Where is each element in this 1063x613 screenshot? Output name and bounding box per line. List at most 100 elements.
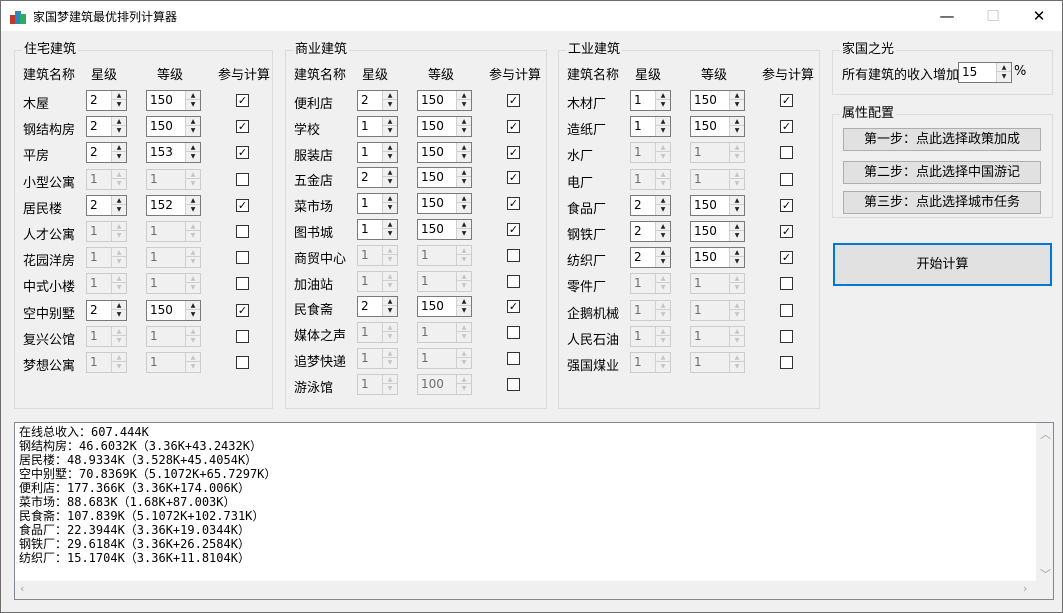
horizontal-scrollbar[interactable]: ‹ › [15,581,1036,599]
spin-down-icon[interactable]: ▼ [383,126,397,135]
include-checkbox[interactable] [507,275,520,288]
spin-down-icon[interactable]: ▼ [457,229,471,238]
level-spinner[interactable]: 150 ▲ ▼ [417,296,472,317]
spin-up-icon[interactable]: ▲ [656,117,670,126]
spin-up-icon[interactable]: ▲ [730,196,744,205]
spin-down-icon[interactable]: ▼ [656,205,670,214]
spin-up-icon[interactable]: ▲ [457,220,471,229]
include-checkbox[interactable] [236,251,249,264]
include-checkbox[interactable]: ✓ [780,251,793,264]
spin-down-icon[interactable]: ▼ [656,257,670,266]
spin-up-icon[interactable]: ▲ [186,196,200,205]
spin-up-icon[interactable]: ▲ [997,63,1011,72]
include-checkbox[interactable] [780,173,793,186]
spin-down-icon[interactable]: ▼ [383,203,397,212]
level-spinner[interactable]: 150 ▲ ▼ [417,193,472,214]
include-checkbox[interactable]: ✓ [507,171,520,184]
include-checkbox[interactable] [507,249,520,262]
spin-down-icon[interactable]: ▼ [997,72,1011,81]
spin-down-icon[interactable]: ▼ [186,100,200,109]
spin-up-icon[interactable]: ▲ [112,301,126,310]
include-checkbox[interactable]: ✓ [507,300,520,313]
include-checkbox[interactable] [236,356,249,369]
spin-down-icon[interactable]: ▼ [112,310,126,319]
level-spinner[interactable]: 150 ▲ ▼ [146,116,201,137]
scroll-down-icon[interactable]: ﹀ [1040,566,1051,582]
level-spinner[interactable]: 150 ▲ ▼ [690,221,745,242]
policy-bonus-button[interactable]: 第一步：点此选择政策加成 [843,128,1041,151]
include-checkbox[interactable] [780,304,793,317]
level-spinner[interactable]: 150 ▲ ▼ [690,247,745,268]
minimize-button[interactable]: — [924,1,970,31]
level-spinner[interactable]: 150 ▲ ▼ [690,116,745,137]
level-spinner[interactable]: 150 ▲ ▼ [690,90,745,111]
include-checkbox[interactable]: ✓ [236,304,249,317]
spin-down-icon[interactable]: ▼ [730,205,744,214]
star-spinner[interactable]: 2 ▲ ▼ [630,221,671,242]
city-task-button[interactable]: 第三步：点此选择城市任务 [843,191,1041,214]
spin-down-icon[interactable]: ▼ [730,257,744,266]
start-calc-button[interactable]: 开始计算 [833,243,1052,286]
include-checkbox[interactable]: ✓ [236,94,249,107]
include-checkbox[interactable] [780,356,793,369]
spin-down-icon[interactable]: ▼ [656,100,670,109]
level-spinner[interactable]: 150 ▲ ▼ [417,90,472,111]
star-spinner[interactable]: 2 ▲ ▼ [86,116,127,137]
star-spinner[interactable]: 2 ▲ ▼ [630,247,671,268]
include-checkbox[interactable]: ✓ [780,120,793,133]
spin-down-icon[interactable]: ▼ [457,177,471,186]
include-checkbox[interactable]: ✓ [507,223,520,236]
result-output[interactable]: 在线总收入：607.444K 钢结构房：46.6032K（3.36K+43.243… [14,422,1054,600]
include-checkbox[interactable] [236,173,249,186]
spin-up-icon[interactable]: ▲ [730,222,744,231]
star-spinner[interactable]: 1 ▲ ▼ [357,219,398,240]
spin-up-icon[interactable]: ▲ [383,143,397,152]
level-spinner[interactable]: 150 ▲ ▼ [417,219,472,240]
level-spinner[interactable]: 150 ▲ ▼ [146,90,201,111]
spin-down-icon[interactable]: ▼ [383,100,397,109]
spin-up-icon[interactable]: ▲ [112,91,126,100]
spin-down-icon[interactable]: ▼ [383,152,397,161]
spin-up-icon[interactable]: ▲ [383,297,397,306]
spin-up-icon[interactable]: ▲ [457,168,471,177]
star-spinner[interactable]: 2 ▲ ▼ [357,90,398,111]
star-spinner[interactable]: 2 ▲ ▼ [357,167,398,188]
include-checkbox[interactable] [507,352,520,365]
spin-down-icon[interactable]: ▼ [186,126,200,135]
include-checkbox[interactable]: ✓ [780,199,793,212]
include-checkbox[interactable] [780,277,793,290]
spin-down-icon[interactable]: ▼ [383,177,397,186]
include-checkbox[interactable]: ✓ [236,146,249,159]
income-increase-spinner[interactable]: 15 ▲ ▼ [958,62,1012,83]
scroll-left-icon[interactable]: ‹ [20,582,24,595]
spin-down-icon[interactable]: ▼ [457,203,471,212]
spin-down-icon[interactable]: ▼ [186,310,200,319]
level-spinner[interactable]: 152 ▲ ▼ [146,195,201,216]
spin-down-icon[interactable]: ▼ [457,126,471,135]
spin-up-icon[interactable]: ▲ [457,117,471,126]
spin-up-icon[interactable]: ▲ [186,301,200,310]
title-bar[interactable]: 家国梦建筑最优排列计算器 — ☐ ✕ [1,1,1062,31]
include-checkbox[interactable]: ✓ [236,120,249,133]
include-checkbox[interactable]: ✓ [507,94,520,107]
level-spinner[interactable]: 150 ▲ ▼ [146,300,201,321]
spin-down-icon[interactable]: ▼ [730,126,744,135]
include-checkbox[interactable] [780,146,793,159]
include-checkbox[interactable]: ✓ [780,94,793,107]
spin-down-icon[interactable]: ▼ [457,100,471,109]
spin-up-icon[interactable]: ▲ [656,91,670,100]
spin-up-icon[interactable]: ▲ [457,143,471,152]
scroll-right-icon[interactable]: › [1023,582,1027,595]
scroll-up-icon[interactable]: ︿ [1040,426,1051,442]
spin-up-icon[interactable]: ▲ [112,143,126,152]
level-spinner[interactable]: 150 ▲ ▼ [417,116,472,137]
spin-up-icon[interactable]: ▲ [457,91,471,100]
spin-up-icon[interactable]: ▲ [730,117,744,126]
star-spinner[interactable]: 1 ▲ ▼ [357,116,398,137]
spin-down-icon[interactable]: ▼ [656,126,670,135]
include-checkbox[interactable]: ✓ [236,199,249,212]
spin-up-icon[interactable]: ▲ [383,91,397,100]
star-spinner[interactable]: 1 ▲ ▼ [357,142,398,163]
spin-up-icon[interactable]: ▲ [383,117,397,126]
level-spinner[interactable]: 150 ▲ ▼ [417,142,472,163]
